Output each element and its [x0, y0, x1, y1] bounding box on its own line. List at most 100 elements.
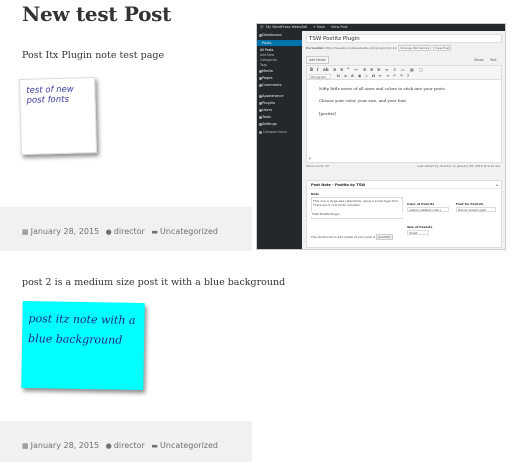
sidebar-item-plugins: Plugins: [262, 101, 275, 105]
note-label: Note: [311, 192, 320, 196]
sticky-note-text: test of new post fonts: [26, 84, 74, 106]
editor-toolbar: B I ab ≡ ≡ “ — ≡ ≡ ≡ ∞ ✕ ▭ ▦ ▢ Paragraph…: [307, 66, 501, 80]
admin-bar-comments: 0: [305, 25, 308, 29]
permalink-row: Permalink: http://tswests.createwebsite.…: [306, 45, 452, 51]
collapse-icon: [259, 131, 262, 134]
underline-icon: U: [337, 74, 340, 78]
add-media-button: Add Media: [306, 56, 329, 64]
font-label: Font for Post-its: [456, 202, 484, 206]
paragraph-select: Paragraph: [309, 74, 331, 79]
post-category-link[interactable]: Uncategorized: [160, 227, 218, 236]
admin-bar: ⓦ My WordPress Website 0 + New View Post: [257, 24, 505, 31]
sidebar-item-media: Media: [262, 69, 273, 73]
tab-visual: Visual: [474, 58, 484, 62]
post-date-link[interactable]: January 28, 2015: [31, 227, 100, 236]
kitchen-sink-icon: ▦: [410, 67, 414, 72]
wp-logo-icon: ⓦ: [260, 25, 264, 29]
size-label: Size of Post-its: [407, 225, 433, 229]
editor-line: Nifty little notes of all sizes and colo…: [319, 86, 446, 91]
sidebar-item-collapse: Collapse menu: [263, 130, 287, 134]
note-textarea-value: This one is large size (standard), using…: [313, 199, 399, 207]
font-select: Henny Script Light: [456, 207, 496, 212]
post-category-link[interactable]: Uncategorized: [160, 441, 218, 450]
wp-editor-screenshot: ⓦ My WordPress Website 0 + New View Post…: [256, 23, 506, 250]
bullet-list-icon: ≡: [333, 67, 337, 72]
size-select: Small: [407, 230, 429, 235]
shortcode-note-text: The shortcode to add inside of your post…: [311, 235, 376, 239]
color-label: Color of Post-its: [407, 202, 435, 206]
sidebar-sub-categories: Categories: [260, 58, 278, 62]
editor-status-bar: Word count: 22 Last edited by director o…: [306, 164, 502, 170]
text-color-icon: A: [351, 74, 354, 78]
editor-line: Choose your color, your size, and your f…: [319, 98, 408, 103]
admin-sidebar: Dashboard Posts All Posts Add New Catego…: [257, 31, 302, 249]
sidebar-item-posts: Posts: [257, 40, 302, 46]
sidebar-sub-tags: Tags: [260, 63, 268, 67]
word-count: Word count: 22: [306, 164, 329, 168]
admin-bar-view-post: View Post: [331, 25, 348, 29]
outdent-icon: ⇤: [379, 74, 382, 78]
last-edited: Last edited by director on January 28, 2…: [417, 164, 500, 168]
hr-icon: —: [354, 67, 358, 72]
sticky-note: test of new post fonts: [19, 77, 97, 155]
sidebar-item-settings: Settings: [262, 122, 277, 126]
collapse-arrow-icon: ▴: [495, 182, 498, 187]
color-select: yellow (default color): [407, 207, 449, 212]
omega-icon: Ω: [372, 74, 375, 78]
author-icon: ●: [105, 442, 112, 450]
sidebar-item-users: Users: [262, 108, 273, 112]
post-meta-bar: ▦ January 28, 2015 ● director ▬ Uncategoriz…: [0, 421, 252, 462]
permalink-url: http://tswests.createwebsite.com/plugin/…: [325, 46, 397, 50]
clear-format-icon: ◇: [365, 74, 368, 78]
more-icon: ▭: [401, 67, 405, 72]
bold-icon: B: [310, 67, 314, 72]
quote-icon: “: [347, 67, 350, 72]
align-left-icon: ≡: [363, 67, 367, 72]
italic-icon: I: [317, 67, 319, 72]
sticky-note: post itz note with a blue background: [21, 300, 145, 391]
admin-bar-new: + New: [313, 25, 325, 29]
permalink-label: Permalink:: [306, 46, 325, 50]
post-meta-bar: ▦ January 28, 2015 ● director ▬ Uncategoriz…: [0, 207, 252, 251]
shortcode-note: The shortcode to add inside of your post…: [311, 234, 393, 240]
editor-main: TSW Postitz Plugin Permalink: http://tsw…: [302, 31, 505, 249]
undo-icon: ↶: [393, 74, 396, 78]
sidebar-item-appearance: Appearance: [262, 94, 284, 98]
post-title[interactable]: New test Post: [22, 2, 171, 26]
sticky-note-text: post itz note with a blue background: [27, 312, 136, 347]
justify-icon: ≡: [344, 74, 347, 78]
sidebar-item-pages: Pages: [262, 76, 273, 80]
folder-icon: ▬: [151, 442, 159, 450]
author-icon: ●: [105, 228, 112, 236]
change-permalinks-button: Change Permalinks: [398, 45, 432, 51]
post-date-link[interactable]: January 28, 2015: [31, 441, 100, 450]
post-body-text: Post Itx Plugin note test page: [22, 50, 165, 61]
unlink-icon: ✕: [393, 67, 397, 72]
paste-text-icon: ▣: [358, 74, 362, 78]
note-title-value: TSW Postitz Plugin: [311, 212, 403, 217]
post-title-field: TSW Postitz Plugin: [306, 34, 502, 43]
view-post-button: View Post: [433, 45, 452, 51]
post-author-link[interactable]: director: [114, 227, 145, 236]
link-icon: ∞: [385, 67, 389, 72]
metabox-title: Post Note - Postitz by TSW: [307, 181, 501, 189]
editor-path: p: [309, 156, 311, 160]
fullscreen-icon: ▢: [419, 67, 423, 72]
shortcode-value: [postitz]: [376, 234, 393, 240]
sidebar-sub-add-new: Add New: [260, 53, 275, 57]
calendar-icon: ▦: [22, 442, 29, 450]
tab-text: Text: [490, 58, 497, 62]
admin-bar-site: My WordPress Website: [266, 25, 306, 29]
strikethrough-icon: ab: [323, 67, 329, 72]
calendar-icon: ▦: [22, 228, 29, 236]
sidebar-item-comments: Comments: [262, 83, 282, 87]
help-icon: ?: [407, 74, 410, 78]
post-author-link[interactable]: director: [114, 441, 145, 450]
sidebar-item-dashboard: Dashboard: [262, 33, 282, 37]
sidebar-item-tools: Tools: [262, 115, 271, 119]
redo-icon: ↷: [400, 74, 403, 78]
content-editor: B I ab ≡ ≡ “ — ≡ ≡ ≡ ∞ ✕ ▭ ▦ ▢ Paragraph…: [306, 65, 502, 163]
postitz-metabox: Post Note - Postitz by TSW ▴ Note This o…: [306, 180, 502, 248]
align-right-icon: ≡: [377, 67, 381, 72]
number-list-icon: ≡: [340, 67, 344, 72]
